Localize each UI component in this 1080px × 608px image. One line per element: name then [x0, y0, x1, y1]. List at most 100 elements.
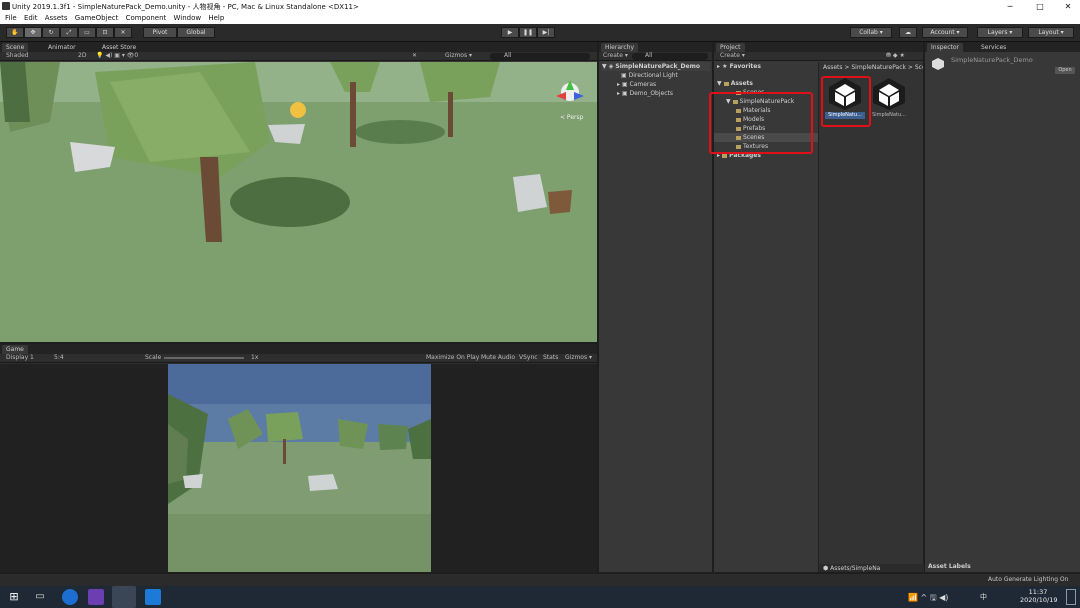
scale-value: 1x: [251, 354, 259, 361]
tab-game[interactable]: Game: [2, 345, 28, 354]
start-icon[interactable]: ⊞: [6, 589, 22, 605]
asset-labels-header: Asset Labels: [928, 563, 971, 570]
game-gizmos-dropdown[interactable]: Gizmos ▾: [565, 354, 592, 362]
lighting-icon[interactable]: 💡 ◀) ▣ ▾ 👁0: [96, 52, 138, 60]
unity-hub-icon[interactable]: [145, 589, 161, 605]
ime-indicator[interactable]: 中: [980, 592, 987, 602]
favorites-row[interactable]: ▸ ★ Favorites: [717, 62, 761, 71]
menu-file[interactable]: File: [5, 14, 17, 22]
display-dropdown[interactable]: Display 1: [6, 354, 34, 362]
hierarchy-item[interactable]: ▸ ▣ Demo_Objects: [617, 89, 673, 98]
hierarchy-create-dropdown[interactable]: Create ▾: [603, 52, 628, 60]
pivot-toggle[interactable]: Pivot: [143, 27, 177, 38]
aspect-dropdown[interactable]: 5:4: [54, 354, 64, 362]
unity-taskbar-icon[interactable]: [112, 586, 136, 608]
game-tab-bar: Game: [0, 344, 597, 354]
account-dropdown[interactable]: Account ▾: [922, 27, 968, 38]
task-view-icon[interactable]: ▭: [32, 589, 48, 605]
project-breadcrumb[interactable]: Assets > SimpleNaturePack > Scenes: [823, 63, 923, 72]
maximize-button[interactable]: □: [1026, 0, 1054, 13]
persp-label[interactable]: < Persp: [560, 114, 583, 121]
mute-audio-toggle[interactable]: Mute Audio: [481, 354, 515, 362]
project-folder-tree: ▸ ★ Favorites ▼ Assets Scenes ▼ SimpleNa…: [709, 62, 818, 572]
menu-help[interactable]: Help: [208, 14, 224, 22]
windows-taskbar: ⊞ ▭ 📶 ^ 🖫 ◀) 中 11:37 2020/10/19: [0, 586, 1080, 608]
tab-hierarchy[interactable]: Hierarchy: [601, 43, 639, 52]
step-button-icon[interactable]: ▶|: [537, 27, 555, 38]
system-tray-icons[interactable]: 📶 ^ 🖫 ◀): [908, 592, 948, 606]
scale-tool-icon[interactable]: ⤢: [60, 27, 78, 38]
main-toolbar: ✋ ✥ ↻ ⤢ ▭ ⊡ ✕ Pivot Global ▶ ❚❚ ▶| Colla…: [0, 24, 1080, 42]
minimize-button[interactable]: ─: [996, 0, 1024, 13]
highlight-box-folders: [709, 92, 813, 154]
notification-icon[interactable]: [1066, 589, 1076, 605]
maximize-on-play-toggle[interactable]: Maximize On Play: [426, 354, 479, 362]
game-panel: Game Display 1 5:4 Scale 1x Maximize On …: [0, 344, 597, 572]
vsync-toggle[interactable]: VSync: [519, 354, 538, 362]
rotate-tool-icon[interactable]: ↻: [42, 27, 60, 38]
unity-scene-icon: [873, 78, 905, 110]
custom-tool-icon[interactable]: ✕: [114, 27, 132, 38]
cloud-icon[interactable]: ☁: [899, 27, 917, 38]
inspector-object-name: SimpleNaturePack_Demo: [951, 56, 1033, 64]
hierarchy-item[interactable]: ▣ Directional Light: [621, 71, 678, 80]
scale-label: Scale: [145, 354, 162, 361]
project-asset-grid: Assets > SimpleNaturePack > Scenes Simpl…: [818, 62, 924, 572]
game-viewport[interactable]: [168, 364, 431, 572]
scale-slider[interactable]: [164, 357, 244, 359]
open-button[interactable]: Open: [1055, 67, 1075, 74]
browser-icon[interactable]: [62, 589, 78, 605]
hierarchy-item-label: Demo_Objects: [629, 90, 674, 97]
menu-gameobject[interactable]: GameObject: [75, 14, 119, 22]
visual-studio-icon[interactable]: [88, 589, 104, 605]
hierarchy-scene-name: SimpleNaturePack_Demo: [615, 63, 700, 70]
clock[interactable]: 11:37 2020/10/19: [1020, 588, 1058, 604]
global-toggle[interactable]: Global: [177, 27, 215, 38]
move-tool-icon[interactable]: ✥: [24, 27, 42, 38]
scene-3d-render: [0, 62, 597, 342]
hierarchy-panel: Hierarchy Create ▾ All ▼ ◈ SimpleNatureP…: [599, 42, 712, 572]
menu-window[interactable]: Window: [174, 14, 202, 22]
folder-icon: [723, 81, 729, 86]
menu-edit[interactable]: Edit: [24, 14, 38, 22]
assets-row[interactable]: ▼ Assets: [717, 79, 753, 88]
menu-component[interactable]: Component: [126, 14, 167, 22]
pause-button-icon[interactable]: ❚❚: [519, 27, 537, 38]
project-create-dropdown[interactable]: Create ▾: [720, 52, 745, 60]
tab-inspector[interactable]: Inspector: [927, 43, 963, 52]
project-filter-icons[interactable]: ⛃ ◆ ★: [886, 52, 905, 60]
tab-scene[interactable]: Scene: [2, 43, 29, 52]
unity-asset-icon: [931, 57, 945, 71]
transform-tool-icon[interactable]: ⊡: [96, 27, 114, 38]
scene-viewport[interactable]: < Persp: [0, 62, 597, 342]
layout-dropdown[interactable]: Layout ▾: [1028, 27, 1074, 38]
hierarchy-scene-row[interactable]: ▼ ◈ SimpleNaturePack_Demo: [602, 62, 710, 71]
tab-asset-store[interactable]: Asset Store: [98, 43, 140, 52]
tab-services[interactable]: Services: [977, 43, 1010, 52]
footer-path-text: Assets/SimpleNa: [830, 565, 881, 572]
project-toolbar: Create ▾ ⛃ ◆ ★: [714, 52, 923, 61]
tab-project[interactable]: Project: [716, 43, 745, 52]
play-button-icon[interactable]: ▶: [501, 27, 519, 38]
hand-tool-icon[interactable]: ✋: [6, 27, 24, 38]
stats-toggle[interactable]: Stats: [543, 354, 558, 362]
close-button[interactable]: ✕: [1054, 0, 1080, 13]
menu-assets[interactable]: Assets: [45, 14, 68, 22]
rect-tool-icon[interactable]: ▭: [78, 27, 96, 38]
hierarchy-item[interactable]: ▸ ▣ Cameras: [617, 80, 656, 89]
tab-animator[interactable]: Animator: [44, 43, 80, 52]
scene-search-text: All: [504, 52, 512, 59]
tool-settings-icon[interactable]: ✕: [412, 52, 417, 60]
scene-gizmos-dropdown[interactable]: Gizmos ▾: [445, 52, 472, 60]
scene-asset-tile[interactable]: SimpleNatu...: [869, 74, 909, 124]
project-panel: Project Create ▾ ⛃ ◆ ★ ▸ ★ Favorites ▼ A…: [709, 42, 924, 572]
hierarchy-search-input[interactable]: [632, 53, 708, 60]
shading-dropdown[interactable]: Shaded: [6, 52, 29, 60]
hierarchy-item-label: Directional Light: [628, 72, 678, 79]
2d-toggle[interactable]: 2D: [78, 52, 86, 60]
hierarchy-search-text: All: [645, 52, 653, 59]
collab-button[interactable]: Collab ▾: [850, 27, 892, 38]
clock-date: 2020/10/19: [1020, 596, 1058, 604]
layers-dropdown[interactable]: Layers ▾: [977, 27, 1023, 38]
inspector-panel: Inspector Services SimpleNaturePack_Demo…: [925, 42, 1080, 572]
